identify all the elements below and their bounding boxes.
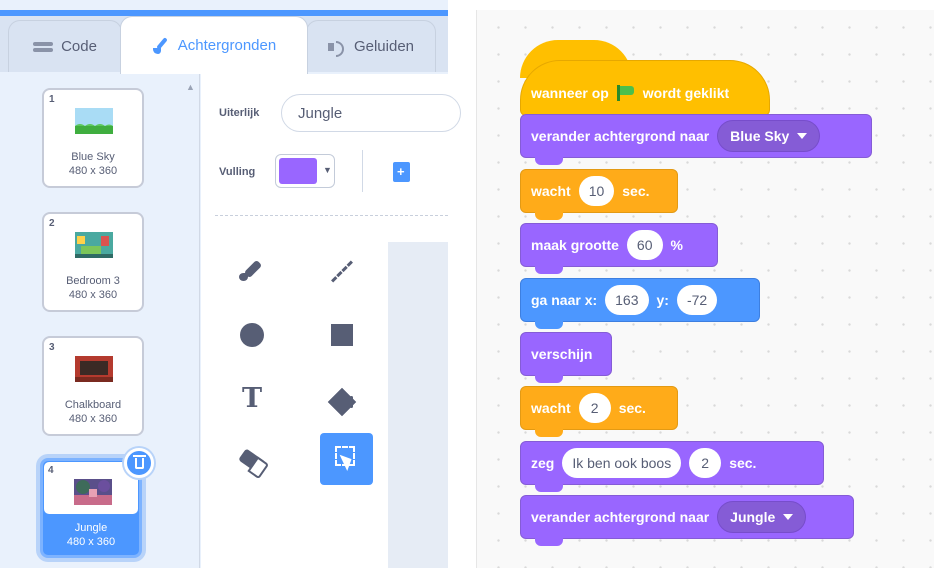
tab-backdrops[interactable]: Achtergronden — [120, 16, 308, 74]
go-to-xy-block[interactable]: ga naar x: 163 y: -72 — [520, 278, 760, 329]
trash-icon — [133, 455, 146, 469]
backdrop-name: Bedroom 3 — [66, 275, 120, 287]
block-text: % — [670, 237, 683, 253]
dropdown-arrow-icon — [797, 133, 808, 139]
scroll-up-icon[interactable]: ▲ — [186, 82, 195, 92]
message-input[interactable]: Ik ben ook boos — [562, 448, 682, 478]
backdrop-dropdown[interactable]: Blue Sky — [717, 120, 821, 152]
blue-sky-thumbnail — [75, 108, 113, 134]
when-flag-clicked-block[interactable]: wanneer op wordt geklikt — [520, 60, 770, 123]
eraser-icon — [238, 448, 266, 474]
show-block[interactable]: verschijn — [520, 332, 612, 383]
say-for-secs-block[interactable]: zeg Ik ben ook boos 2 sec. — [520, 441, 824, 492]
block-text: sec. — [729, 455, 757, 471]
line-tool-icon — [331, 260, 353, 282]
block-text: sec. — [618, 400, 646, 416]
wait-seconds-input[interactable]: 10 — [578, 176, 615, 206]
brush-tool-icon — [237, 258, 267, 284]
backdrop-item-jungle[interactable]: 4 Jungle 480 x 360 — [40, 458, 142, 558]
block-text: maak grootte — [531, 237, 619, 253]
fill-color-swatch — [279, 158, 317, 184]
say-seconds-input[interactable]: 2 — [689, 448, 722, 478]
block-text: verander achtergrond naar — [531, 128, 710, 144]
chalkboard-thumbnail — [75, 356, 113, 382]
backdrop-name: Chalkboard — [64, 399, 122, 411]
wait-block[interactable]: wacht 10 sec. — [520, 169, 678, 220]
dropdown-value: Jungle — [730, 509, 776, 525]
circle-tool[interactable] — [231, 314, 273, 356]
jungle-thumbnail — [74, 479, 112, 505]
dropdown-arrow-icon — [783, 514, 794, 520]
brush-icon — [152, 37, 170, 55]
block-text: ga naar x: — [531, 292, 598, 308]
brush-tool[interactable] — [231, 250, 273, 292]
switch-backdrop-block[interactable]: verander achtergrond naar Jungle — [520, 495, 854, 546]
select-icon — [334, 446, 359, 472]
wait-block[interactable]: wacht 2 sec. — [520, 386, 678, 437]
tab-code-label: Code — [61, 38, 97, 55]
speaker-icon — [327, 40, 346, 57]
costume-label: Uiterlijk — [219, 107, 260, 119]
y-input[interactable]: -72 — [676, 285, 718, 315]
block-text: wacht — [531, 183, 571, 199]
set-size-block[interactable]: maak grootte 60 % — [520, 223, 718, 274]
backdrop-name: Blue Sky — [71, 151, 115, 163]
backdrop-item-chalkboard[interactable]: 3 Chalkboard 480 x 360 — [42, 336, 144, 436]
block-text: wanneer op — [531, 85, 609, 101]
fill-bucket-icon — [330, 386, 354, 410]
fill-tool[interactable] — [321, 377, 363, 419]
divider — [362, 150, 363, 192]
code-icon — [33, 41, 54, 53]
tab-code[interactable]: Code — [8, 20, 122, 72]
text-tool-icon: T — [241, 382, 263, 414]
backdrop-size: 480 x 360 — [68, 289, 118, 301]
backdrop-size: 480 x 360 — [68, 413, 118, 425]
wait-seconds-input[interactable]: 2 — [578, 393, 611, 423]
delete-backdrop-button[interactable] — [124, 448, 154, 478]
caret-down-icon: ▼ — [323, 165, 332, 175]
backdrop-item-blue-sky[interactable]: 1 Blue Sky 480 x 360 — [42, 88, 144, 188]
backdrop-number: 3 — [49, 342, 55, 353]
tab-sounds[interactable]: Geluiden — [306, 20, 436, 72]
x-input[interactable]: 163 — [605, 285, 649, 315]
block-text: verschijn — [531, 346, 593, 362]
toolbar-divider — [215, 215, 448, 216]
new-costume-icon[interactable] — [393, 162, 410, 182]
backdrop-number: 2 — [49, 218, 55, 229]
block-text: wacht — [531, 400, 571, 416]
switch-backdrop-block[interactable]: verander achtergrond naar Blue Sky — [520, 114, 872, 165]
backdrop-size: 480 x 360 — [66, 536, 116, 548]
paint-editor: Uiterlijk Vulling ▼ T — [201, 74, 461, 568]
backdrop-item-bedroom-3[interactable]: 2 Bedroom 3 480 x 360 — [42, 212, 144, 312]
backdrop-name: Jungle — [74, 522, 108, 534]
line-tool[interactable] — [321, 250, 363, 292]
circle-tool-icon — [240, 323, 264, 347]
backdrop-number: 1 — [49, 94, 55, 105]
block-text: zeg — [531, 455, 555, 471]
dropdown-value: Blue Sky — [730, 128, 790, 144]
rectangle-tool[interactable] — [321, 314, 363, 356]
backdrop-dropdown[interactable]: Jungle — [717, 501, 807, 533]
paint-canvas[interactable] — [388, 242, 448, 568]
block-text: sec. — [622, 183, 650, 199]
backdrop-size: 480 x 360 — [68, 165, 118, 177]
bedroom-thumbnail — [75, 232, 113, 258]
tab-backdrops-label: Achtergronden — [177, 37, 277, 54]
tab-sounds-label: Geluiden — [353, 38, 415, 55]
block-text: y: — [656, 292, 669, 308]
eraser-tool[interactable] — [231, 440, 273, 482]
fill-color-picker[interactable]: ▼ — [275, 154, 335, 188]
text-tool[interactable]: T — [231, 377, 273, 419]
size-input[interactable]: 60 — [626, 230, 663, 260]
rectangle-tool-icon — [331, 324, 353, 346]
block-text: wordt geklikt — [642, 85, 730, 101]
editor-panel: Code Achtergronden Geluiden ▲ 1 Blue Sky… — [0, 0, 461, 568]
green-flag-icon — [616, 85, 635, 101]
block-text: verander achtergrond naar — [531, 509, 710, 525]
select-tool[interactable] — [320, 433, 373, 485]
backdrop-number: 4 — [48, 465, 54, 476]
fill-label: Vulling — [219, 166, 256, 178]
costume-name-input[interactable] — [281, 94, 461, 132]
